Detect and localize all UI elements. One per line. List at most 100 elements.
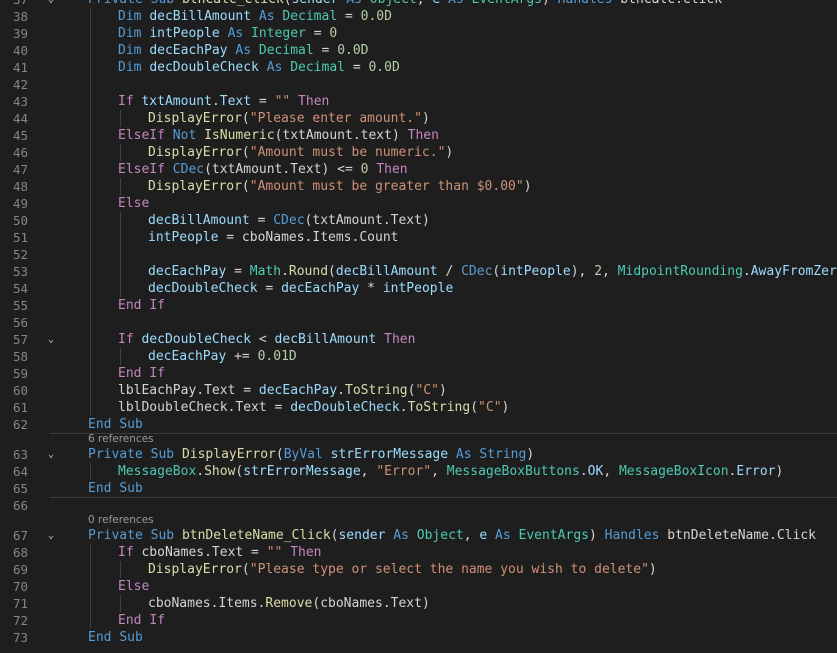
code-token: If [118, 94, 134, 109]
code-token: Dim [118, 26, 142, 41]
line-number: 61 [12, 400, 28, 415]
indent-guide [120, 246, 121, 263]
code-text: If txtAmount.Text = "" Then [118, 93, 329, 110]
code-token: , [360, 464, 377, 479]
code-line[interactable]: 69 DisplayError("Please type or select th… [0, 561, 837, 578]
line-number: 54 [12, 281, 28, 296]
line-number: 47 [12, 162, 28, 177]
fold-chevron-icon[interactable]: ⌄ [46, 446, 56, 463]
code-line[interactable]: 38 Dim decBillAmount As Decimal = 0.0D [0, 8, 837, 25]
code-token: If [149, 366, 165, 381]
indent-guide [90, 331, 91, 348]
code-token: Integer [251, 26, 306, 41]
code-line[interactable]: 70 Else [0, 578, 837, 595]
code-text: End Sub [88, 416, 143, 433]
code-token: ) [526, 447, 535, 462]
code-token: lblEachPay.Text = [118, 383, 259, 398]
code-token: Decimal [282, 9, 338, 24]
code-line[interactable]: 55 End If [0, 297, 837, 314]
code-line[interactable]: 63 ⌄ Private Sub DisplayError(ByVal strErr… [0, 446, 837, 463]
code-editor[interactable]: 37⌄Private Sub btnCalc_Click(sender As O… [0, 0, 837, 646]
code-line[interactable]: 56 [0, 314, 837, 331]
code-token: . [196, 464, 205, 479]
code-line[interactable]: 52 [0, 246, 837, 263]
code-text: intPeople = cboNames.Items.Count [148, 229, 398, 246]
code-line[interactable]: 65 End Sub [0, 480, 837, 497]
code-line[interactable]: 60 lblEachPay.Text = decEachPay.ToString(… [0, 382, 837, 399]
code-line[interactable]: 46 DisplayError("Amount must be numeric."… [0, 144, 837, 161]
code-line[interactable]: 50 decBillAmount = CDec(txtAmount.Text) [0, 212, 837, 229]
code-token: cboNames.Text = [133, 545, 267, 560]
code-token: < [251, 332, 275, 347]
code-line[interactable]: 45 ElseIf Not IsNumeric(txtAmount.text) T… [0, 127, 837, 144]
code-token: DisplayError [181, 447, 276, 462]
code-line[interactable]: 49 Else [0, 195, 837, 212]
code-token: If [149, 298, 165, 313]
code-line[interactable]: 61 lblDoubleCheck.Text = decDoubleCheck.T… [0, 399, 837, 416]
code-token: = [305, 26, 330, 41]
codelens-references[interactable]: 6 references [0, 433, 837, 446]
code-token: MessageBox [118, 464, 197, 479]
code-token: Text [219, 94, 252, 109]
codelens-references[interactable]: 0 references [0, 514, 837, 527]
code-token: Object [416, 528, 464, 543]
codelens-label[interactable]: 6 references [88, 433, 154, 446]
code-line[interactable]: 66 [0, 497, 837, 514]
code-line[interactable]: 54 decDoubleCheck = decEachPay * intPeopl… [0, 280, 837, 297]
code-token: / [437, 264, 462, 279]
code-line[interactable]: 39 Dim intPeople As Integer = 0 [0, 25, 837, 42]
code-token: MessageBoxIcon [618, 464, 729, 479]
code-line[interactable]: 47 ElseIf CDec(txtAmount.Text) <= 0 Then [0, 161, 837, 178]
code-token: Then [384, 332, 416, 347]
indent-guide [90, 212, 91, 229]
code-line[interactable]: 59 End If [0, 365, 837, 382]
code-token: Else [118, 579, 150, 594]
indent-guide [90, 42, 91, 59]
code-token: . [579, 464, 588, 479]
code-token: strErrorMessage [243, 464, 361, 479]
code-token: decDoubleCheck [149, 60, 259, 75]
code-token: ) [588, 528, 605, 543]
code-token: End [88, 630, 112, 645]
line-number: 57 [12, 332, 28, 347]
code-token: As [495, 528, 511, 543]
code-text: End Sub [88, 629, 143, 646]
code-line[interactable]: 48 DisplayError("Amount must be greater t… [0, 178, 837, 195]
code-line[interactable]: 43 If txtAmount.Text = "" Then [0, 93, 837, 110]
code-line[interactable]: 62 End Sub [0, 416, 837, 433]
code-line[interactable]: 58 decEachPay += 0.01D [0, 348, 837, 365]
line-number: 52 [12, 247, 28, 262]
code-text: End Sub [88, 480, 143, 497]
code-line[interactable]: 67 ⌄ Private Sub btnDeleteName_Click(sende… [0, 527, 837, 544]
line-number: 41 [12, 60, 28, 75]
fold-chevron-icon[interactable]: ⌄ [46, 331, 56, 348]
code-line[interactable]: 41 Dim decDoubleCheck As Decimal = 0.0D [0, 59, 837, 76]
code-token: As [346, 0, 362, 7]
code-line[interactable]: 64 MessageBox.Show(strErrorMessage, "Erro… [0, 463, 837, 480]
code-line[interactable]: 42 [0, 76, 837, 93]
code-token: = [257, 281, 282, 296]
codelens-label[interactable]: 0 references [88, 514, 154, 527]
code-line[interactable]: 71 cboNames.Items.Remove(cboNames.Text) [0, 595, 837, 612]
code-text: decDoubleCheck = decEachPay * intPeople [148, 280, 453, 297]
code-line[interactable]: 68 If cboNames.Text = "" Then [0, 544, 837, 561]
code-token: DisplayError [148, 111, 242, 126]
code-line[interactable]: 40 Dim decEachPay As Decimal = 0.0D [0, 42, 837, 59]
code-token: Round [288, 264, 329, 279]
code-line[interactable]: 53 decEachPay = Math.Round(decBillAmount … [0, 263, 837, 280]
code-token: MidpointRounding [617, 264, 743, 279]
code-line[interactable]: 73 End Sub [0, 629, 837, 646]
indent-guide [90, 365, 91, 382]
code-token: decEachPay [148, 264, 227, 279]
code-line[interactable]: 51 intPeople = cboNames.Items.Count [0, 229, 837, 246]
code-line[interactable]: 44 DisplayError("Please enter amount.") [0, 110, 837, 127]
code-line[interactable]: 72 End If [0, 612, 837, 629]
fold-chevron-icon[interactable]: ⌄ [46, 527, 56, 544]
code-line[interactable]: 57 ⌄ If decDoubleCheck < decBillAmount The… [0, 331, 837, 348]
fold-chevron-icon[interactable]: ⌄ [46, 0, 56, 8]
code-token: ( [284, 0, 292, 7]
code-line[interactable]: 37 ⌄ Private Sub btnCalc_Click(sender As O… [0, 0, 837, 8]
